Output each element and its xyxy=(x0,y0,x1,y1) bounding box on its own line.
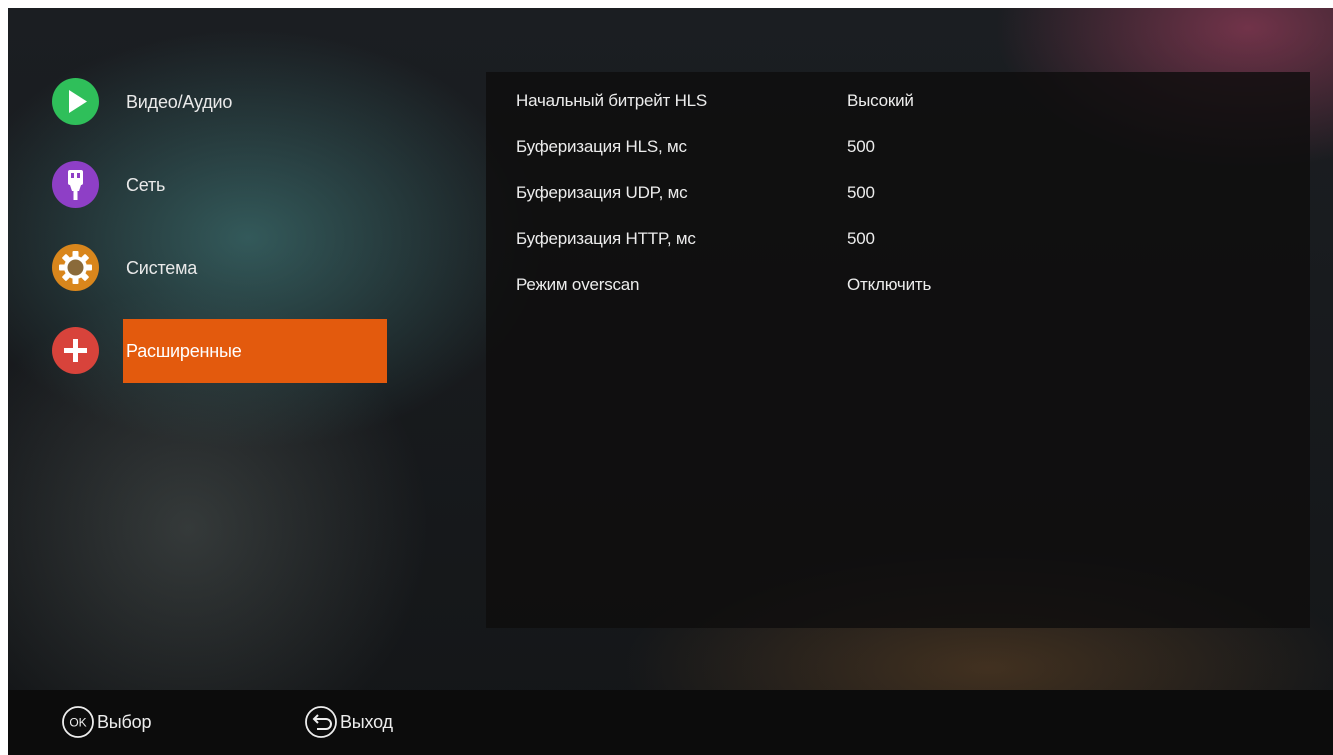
select-hint[interactable]: OK Выбор xyxy=(61,704,151,740)
setting-label: Буферизация HTTP, мс xyxy=(516,229,696,248)
setting-row-http-buffering[interactable]: Буферизация HTTP, мс 500 xyxy=(486,216,1310,262)
menu-item-video-audio[interactable]: Видео/Аудио xyxy=(52,70,392,134)
setting-value: 500 xyxy=(847,183,875,202)
menu-item-label: Расширенные xyxy=(126,340,242,361)
setting-label: Буферизация HLS, мс xyxy=(516,137,687,156)
menu-item-label: Система xyxy=(126,257,198,278)
network-plug-icon xyxy=(52,161,99,208)
setting-value: 500 xyxy=(847,229,875,248)
setting-value: Высокий xyxy=(847,91,914,110)
exit-hint-label: Выход xyxy=(340,711,393,732)
footer-hint-bar: OK Выбор Выход xyxy=(8,690,1333,755)
menu-item-label: Сеть xyxy=(126,174,166,195)
exit-hint[interactable]: Выход xyxy=(304,704,393,740)
setting-label: Буферизация UDP, мс xyxy=(516,183,688,202)
settings-panel: Начальный битрейт HLS Высокий Буферизаци… xyxy=(486,72,1310,628)
plus-icon xyxy=(52,327,99,374)
back-arrow-icon xyxy=(304,705,338,739)
play-icon xyxy=(52,78,99,125)
select-hint-label: Выбор xyxy=(97,711,152,732)
setting-row-hls-buffering[interactable]: Буферизация HLS, мс 500 xyxy=(486,124,1310,170)
menu-item-system[interactable]: Система xyxy=(52,236,392,300)
ok-button-icon: OK xyxy=(61,705,95,739)
setting-row-udp-buffering[interactable]: Буферизация UDP, мс 500 xyxy=(486,170,1310,216)
active-menu-highlight: Расширенные xyxy=(123,319,387,383)
setting-value: 500 xyxy=(847,137,875,156)
setting-label: Начальный битрейт HLS xyxy=(516,91,708,110)
setting-value: Отключить xyxy=(847,275,932,294)
setting-row-hls-initial-bitrate[interactable]: Начальный битрейт HLS Высокий xyxy=(486,78,1310,124)
menu-item-label: Видео/Аудио xyxy=(126,91,233,112)
settings-screen: Видео/Аудио Сеть Система Расширенные Нач… xyxy=(8,8,1333,755)
setting-row-overscan-mode[interactable]: Режим overscan Отключить xyxy=(486,262,1310,308)
menu-item-advanced[interactable]: Расширенные xyxy=(52,319,392,383)
ok-icon-text: OK xyxy=(69,716,86,730)
gear-icon xyxy=(52,244,99,291)
settings-menu: Видео/Аудио Сеть Система Расширенные xyxy=(52,70,392,402)
menu-item-network[interactable]: Сеть xyxy=(52,153,392,217)
setting-label: Режим overscan xyxy=(516,275,640,294)
